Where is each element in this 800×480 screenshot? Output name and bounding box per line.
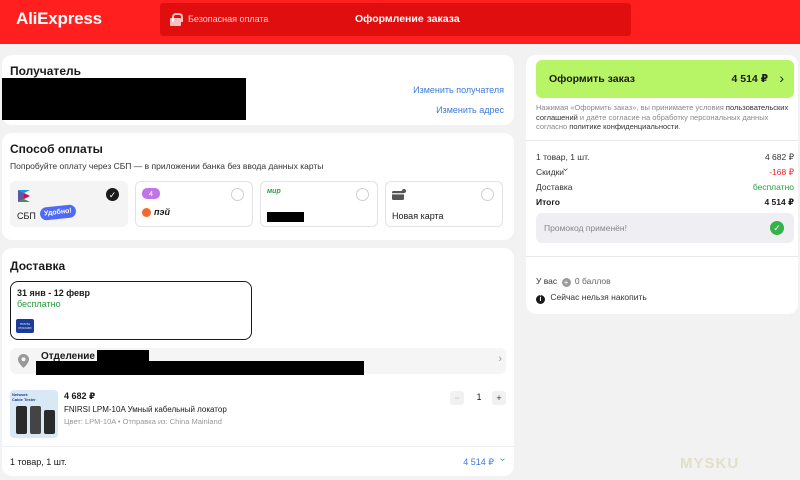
quantity-value: 1 bbox=[476, 392, 482, 402]
delivery-price: бесплатно bbox=[17, 299, 61, 309]
sbp-radio-checked[interactable]: ✓ bbox=[106, 188, 119, 201]
payment-method-card: Способ оплаты Попробуйте оплату через СБ… bbox=[2, 133, 514, 240]
secure-payment-banner: Безопасная оплата Оформление заказа bbox=[160, 3, 631, 36]
consent-part: Нажимая «Оформить заказ», вы принимаете … bbox=[536, 103, 726, 112]
summary-delivery-label: Доставка bbox=[536, 182, 573, 192]
product-image[interactable]: Network Cable Tester bbox=[10, 390, 58, 438]
aliexpress-logo[interactable]: AliExpress bbox=[16, 9, 102, 29]
info-icon[interactable]: i bbox=[536, 295, 545, 304]
location-pin-icon bbox=[18, 354, 29, 368]
sbp-hint: Попробуйте оплату через СБП — в приложен… bbox=[10, 161, 324, 171]
new-card-radio[interactable] bbox=[481, 188, 494, 201]
sbp-icon bbox=[18, 190, 30, 202]
summary-items-value: 4 682 ₽ bbox=[764, 152, 794, 162]
recipient-title: Получатель bbox=[10, 64, 81, 78]
product-device-icon bbox=[30, 406, 41, 434]
consent-text: Нажимая «Оформить заказ», вы принимаете … bbox=[536, 103, 794, 132]
pay-label: пэй bbox=[154, 207, 170, 217]
lock-icon bbox=[170, 13, 183, 26]
place-order-total: 4 514 ₽ bbox=[731, 73, 769, 85]
chevron-right-icon: › bbox=[498, 353, 502, 365]
plus-circle-icon: + bbox=[561, 278, 571, 287]
summary-row-discounts[interactable]: Скидки › -168 ₽ bbox=[536, 167, 794, 179]
accrual-info-row: i Сейчас нельзя накопить bbox=[536, 292, 647, 304]
delivery-item-count: 1 товар, 1 шт. bbox=[10, 457, 67, 467]
divider bbox=[526, 256, 798, 257]
payment-option-pay[interactable]: 4 пэй bbox=[135, 181, 253, 227]
product-row: Network Cable Tester 4 682 ₽ FNIRSI LPM-… bbox=[10, 388, 506, 440]
watermark: MYSKU bbox=[680, 455, 740, 472]
summary-items-label: 1 товар, 1 шт. bbox=[536, 152, 590, 162]
recipient-card: Получатель Изменить получателя Изменить … bbox=[2, 55, 514, 125]
pay-logo-icon bbox=[142, 208, 151, 217]
summary-row-items: 1 товар, 1 шт. 4 682 ₽ bbox=[536, 152, 794, 164]
delivery-total[interactable]: 4 514 ₽ bbox=[463, 457, 494, 468]
chevron-down-icon: › bbox=[560, 167, 572, 172]
change-address-link[interactable]: Изменить адрес bbox=[436, 105, 504, 115]
mir-radio[interactable] bbox=[356, 188, 369, 201]
new-card-label: Новая карта bbox=[392, 211, 444, 221]
payment-option-new-card[interactable]: Новая карта bbox=[385, 181, 503, 227]
delivery-card: Доставка 31 янв - 12 февр бесплатно ПОЧТ… bbox=[2, 248, 514, 476]
accrual-info-text: Сейчас нельзя накопить bbox=[550, 292, 647, 302]
russian-post-logo: ПОЧТА РОССИИ bbox=[16, 319, 34, 333]
top-bar: AliExpress Безопасная оплата Оформление … bbox=[0, 0, 800, 44]
summary-row-delivery: Доставка бесплатно bbox=[536, 182, 794, 194]
quantity-stepper: − 1 + bbox=[450, 391, 508, 405]
product-device-icon bbox=[16, 406, 27, 434]
redacted-recipient-info bbox=[2, 78, 246, 120]
divider bbox=[2, 446, 514, 447]
product-variant: Цвет: LPM-10A • Отправка из: China Mainl… bbox=[64, 417, 222, 426]
change-recipient-link[interactable]: Изменить получателя bbox=[413, 85, 504, 95]
delivery-dates: 31 янв - 12 февр bbox=[17, 288, 91, 298]
delivery-option-selected[interactable]: 31 янв - 12 февр бесплатно ПОЧТА РОССИИ bbox=[10, 281, 252, 340]
page-title: Оформление заказа bbox=[355, 13, 460, 25]
product-image-caption: Network Cable Tester bbox=[12, 392, 36, 402]
mir-card-icon: мир bbox=[267, 188, 281, 195]
chevron-right-icon: › bbox=[779, 70, 784, 86]
promo-status: Промокод применён! bbox=[544, 223, 627, 233]
increase-quantity-button[interactable]: + bbox=[492, 391, 506, 405]
bank-icon: 4 bbox=[142, 188, 160, 199]
points-value: 0 баллов bbox=[574, 276, 611, 286]
check-circle-icon: ✓ bbox=[770, 221, 784, 235]
decrease-quantity-button[interactable]: − bbox=[450, 391, 464, 405]
pickup-office-row[interactable]: Отделение › bbox=[10, 348, 506, 375]
place-order-label: Оформить заказ bbox=[549, 73, 636, 85]
privacy-policy-link[interactable]: политике конфиденциальности bbox=[569, 122, 678, 131]
order-summary-card: Оформить заказ 4 514 ₽ › Нажимая «Оформи… bbox=[526, 55, 798, 314]
summary-total-label: Итого bbox=[536, 197, 560, 207]
sbp-badge: Удобно! bbox=[39, 204, 77, 221]
new-card-icon bbox=[392, 189, 406, 200]
divider bbox=[526, 140, 798, 141]
chevron-down-icon[interactable]: › bbox=[497, 458, 508, 461]
delivery-title: Доставка bbox=[10, 259, 66, 273]
summary-row-total: Итого 4 514 ₽ bbox=[536, 197, 794, 209]
redacted-office-address bbox=[36, 361, 364, 375]
payment-title: Способ оплаты bbox=[10, 142, 103, 156]
product-name[interactable]: FNIRSI LPM-10A Умный кабельный локатор bbox=[64, 405, 227, 414]
pay-radio[interactable] bbox=[231, 188, 244, 201]
product-device-icon bbox=[44, 410, 55, 434]
place-order-button[interactable]: Оформить заказ 4 514 ₽ › bbox=[536, 60, 794, 98]
redacted-card-number bbox=[267, 212, 304, 222]
sbp-label: СБП bbox=[17, 211, 36, 221]
summary-delivery-value: бесплатно bbox=[752, 182, 794, 192]
points-row: У вас + 0 баллов bbox=[536, 276, 611, 287]
points-prefix: У вас bbox=[536, 276, 558, 286]
promo-code-field[interactable]: Промокод применён! ✓ bbox=[536, 213, 794, 243]
secure-payment-label: Безопасная оплата bbox=[188, 14, 269, 24]
consent-part: . bbox=[678, 122, 681, 131]
product-price: 4 682 ₽ bbox=[64, 391, 96, 401]
payment-option-sbp[interactable]: ✓ СБП Удобно! bbox=[10, 181, 128, 227]
summary-total-value: 4 514 ₽ bbox=[764, 197, 794, 207]
summary-discounts-value: -168 ₽ bbox=[769, 167, 794, 177]
payment-option-mir-card[interactable]: мир bbox=[260, 181, 378, 227]
